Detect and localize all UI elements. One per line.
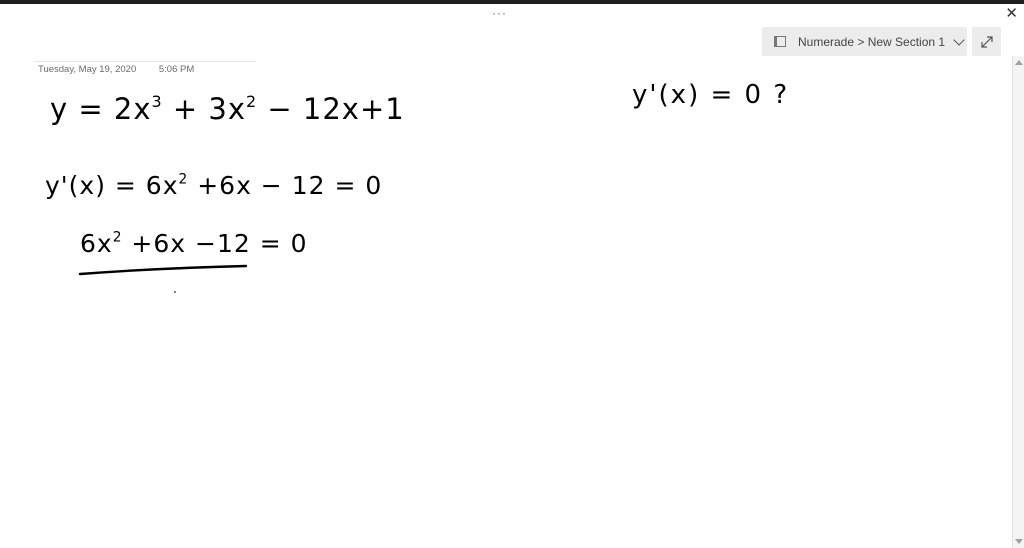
eq1-rest: − 12x+1: [257, 92, 405, 126]
scroll-down-icon[interactable]: [1015, 539, 1023, 544]
expand-icon: [980, 35, 993, 48]
section-breadcrumb: Numerade > New Section 1: [798, 34, 946, 49]
vertical-scrollbar[interactable]: [1012, 56, 1024, 548]
ink-underline-stroke[interactable]: [0, 0, 260, 300]
chevron-down-icon: [953, 33, 965, 46]
notebook-section-button[interactable]: Numerade > New Section 1: [762, 27, 967, 56]
scroll-up-icon[interactable]: [1015, 60, 1023, 65]
handwritten-equation-4[interactable]: y'(x) = 0 ?: [632, 80, 789, 110]
close-icon[interactable]: ✕: [1005, 4, 1018, 22]
more-options-icon[interactable]: ···: [492, 6, 507, 20]
notebook-icon: [774, 36, 786, 47]
expand-button[interactable]: [972, 27, 1001, 56]
